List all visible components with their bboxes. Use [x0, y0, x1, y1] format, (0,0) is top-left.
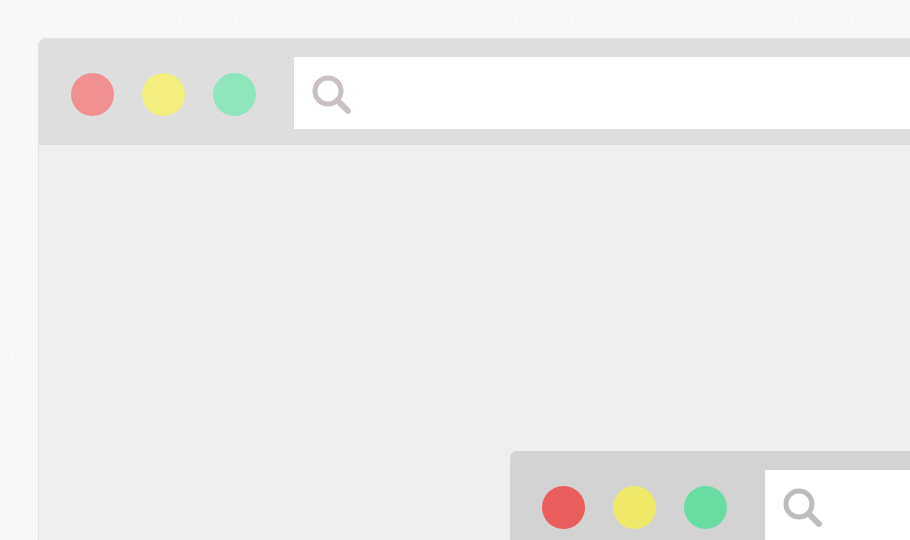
- search-icon[interactable]: [308, 71, 356, 119]
- address-bar[interactable]: [294, 57, 910, 129]
- address-bar[interactable]: [765, 470, 910, 540]
- maximize-button[interactable]: [684, 486, 727, 529]
- minimize-button[interactable]: [142, 73, 185, 116]
- close-button[interactable]: [542, 486, 585, 529]
- window-titlebar: [39, 39, 910, 145]
- minimize-button[interactable]: [613, 486, 656, 529]
- search-icon[interactable]: [779, 484, 827, 532]
- window-titlebar: [510, 451, 910, 540]
- close-button[interactable]: [71, 73, 114, 116]
- browser-window-front: [510, 451, 910, 540]
- maximize-button[interactable]: [213, 73, 256, 116]
